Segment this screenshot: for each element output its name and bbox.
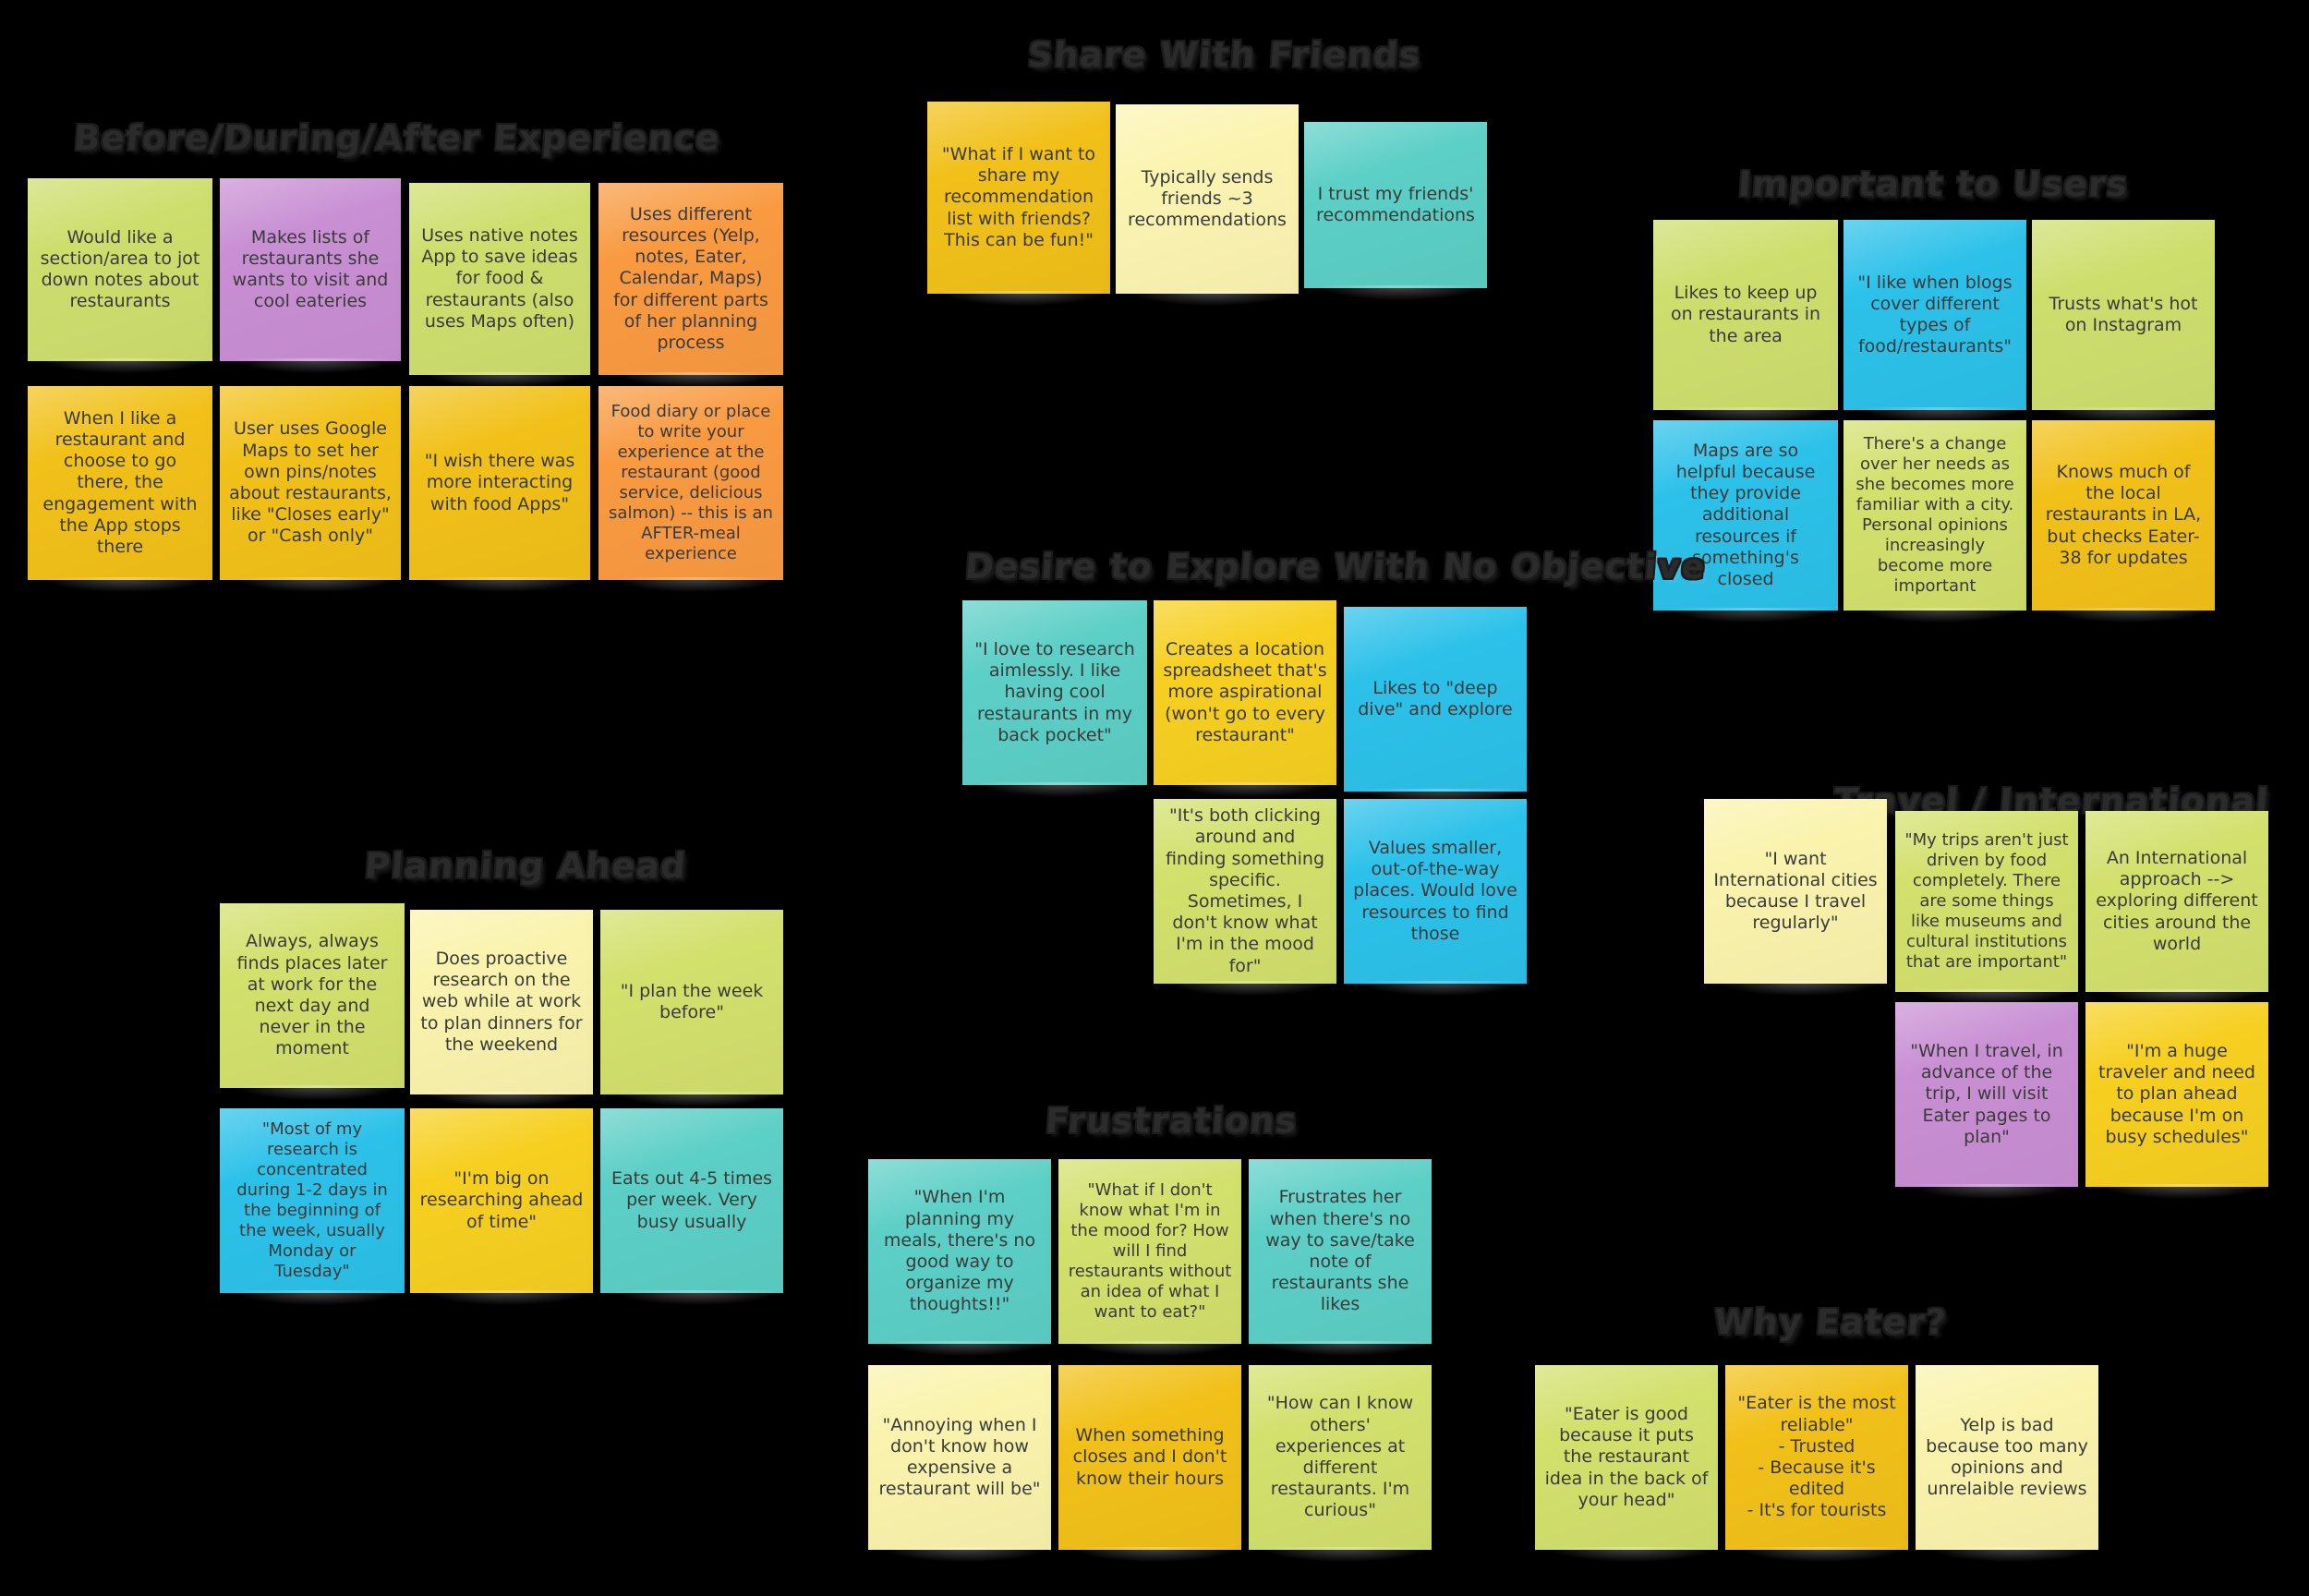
sticky-note[interactable]: "I want International cities because I t… <box>1704 799 1887 996</box>
sticky-note-text: "I plan the week before" <box>620 980 764 1022</box>
sticky-note-text: "What if I want to share my recommendati… <box>941 144 1096 250</box>
sticky-note[interactable]: Does proactive research on the web while… <box>410 910 593 1106</box>
sticky-note[interactable]: "I'm big on researching ahead of time" <box>410 1108 593 1305</box>
sticky-note-text: Food diary or place to write your experi… <box>609 402 773 563</box>
sticky-note-text: I trust my friends' recommendations <box>1316 183 1475 225</box>
sticky-note-text: "I'm a huge traveler and need to plan ah… <box>2098 1041 2255 1147</box>
sticky-note-text: "Annoying when I don't know how expensiv… <box>878 1414 1041 1500</box>
sticky-note-text: "Eater is the most reliable" - Trusted -… <box>1737 1393 1896 1521</box>
sticky-note-text: "I want International cities because I t… <box>1713 848 1878 934</box>
sticky-note-text: "When I'm planning my meals, there's no … <box>883 1187 1036 1315</box>
sticky-note-text: There's a change over her needs as she b… <box>1856 434 2014 596</box>
cluster-title-frustrations: Frustrations <box>1044 1101 1300 1141</box>
sticky-note[interactable]: "It's both clicking around and finding s… <box>1154 799 1336 996</box>
sticky-note[interactable]: There's a change over her needs as she b… <box>1844 420 2026 623</box>
sticky-note-text: An International approach --> exploring … <box>2096 848 2258 954</box>
sticky-note-text: When I like a restaurant and choose to g… <box>42 407 198 557</box>
sticky-note[interactable]: Frustrates her when there's no way to sa… <box>1249 1159 1432 1356</box>
sticky-note[interactable]: Typically sends friends ~3 recommendatio… <box>1116 104 1299 306</box>
sticky-note[interactable]: Uses native notes App to save ideas for … <box>409 183 590 387</box>
sticky-note-text: "Eater is good because it puts the resta… <box>1544 1404 1709 1510</box>
sticky-note-text: "How can I know others' experiences at d… <box>1266 1393 1414 1521</box>
sticky-note-text: Always, always finds places later at wor… <box>236 931 388 1059</box>
sticky-note[interactable]: When something closes and I don't know t… <box>1058 1365 1241 1562</box>
sticky-note-text: Frustrates her when there's no way to sa… <box>1265 1187 1415 1315</box>
sticky-note-text: Creates a location spreadsheet that's mo… <box>1163 639 1327 745</box>
sticky-note[interactable]: "Annoying when I don't know how expensiv… <box>868 1365 1051 1562</box>
sticky-note-text: Typically sends friends ~3 recommendatio… <box>1128 166 1287 231</box>
cluster-title-share-with-friends: Share With Friends <box>1026 35 1422 75</box>
sticky-note-text: "I'm big on researching ahead of time" <box>419 1168 584 1232</box>
sticky-note[interactable]: "Most of my research is concentrated dur… <box>220 1108 405 1305</box>
cluster-title-desire-to-explore-with-no-objective: Desire to Explore With No Objective <box>963 547 1708 586</box>
sticky-note[interactable]: "When I travel, in advance of the trip, … <box>1895 1002 2078 1199</box>
sticky-note[interactable]: "How can I know others' experiences at d… <box>1249 1365 1432 1562</box>
sticky-note[interactable]: An International approach --> exploring … <box>2085 811 2268 1004</box>
sticky-note-text: Uses different resources (Yelp, notes, E… <box>613 203 768 353</box>
sticky-note[interactable]: "Eater is good because it puts the resta… <box>1535 1365 1718 1562</box>
sticky-note[interactable]: Creates a location spreadsheet that's mo… <box>1154 600 1336 797</box>
affinity-board: Before/During/After Experience Would like… <box>0 0 2309 1596</box>
sticky-note[interactable]: "I'm a huge traveler and need to plan ah… <box>2085 1002 2268 1199</box>
sticky-note[interactable]: Values smaller, out-of-the-way places. W… <box>1344 799 1527 996</box>
sticky-note[interactable]: Makes lists of restaurants she wants to … <box>220 178 401 373</box>
sticky-note-text: When something closes and I don't know t… <box>1072 1425 1227 1489</box>
sticky-note-text: "It's both clicking around and finding s… <box>1165 805 1325 976</box>
sticky-note-text: Likes to keep up on restaurants in the a… <box>1670 283 1821 346</box>
sticky-note[interactable]: "I like when blogs cover different types… <box>1844 220 2026 422</box>
sticky-note[interactable]: "When I'm planning my meals, there's no … <box>868 1159 1051 1356</box>
sticky-note[interactable]: Likes to "deep dive" and explore <box>1344 607 1527 804</box>
sticky-note[interactable]: "Eater is the most reliable" - Trusted -… <box>1725 1365 1908 1562</box>
sticky-note-text: "When I travel, in advance of the trip, … <box>1910 1041 2063 1147</box>
sticky-note-text: "I love to research aimlessly. I like ha… <box>974 639 1135 745</box>
sticky-note[interactable]: Yelp is bad because too many opinions an… <box>1916 1365 2098 1562</box>
sticky-note[interactable]: Knows much of the local restaurants in L… <box>2032 420 2215 623</box>
sticky-note[interactable]: "What if I don't know what I'm in the mo… <box>1058 1159 1241 1356</box>
sticky-note[interactable]: Likes to keep up on restaurants in the a… <box>1653 220 1838 422</box>
sticky-note[interactable]: Always, always finds places later at wor… <box>220 903 405 1100</box>
sticky-note[interactable]: Eats out 4-5 times per week. Very busy u… <box>600 1108 783 1305</box>
sticky-note[interactable]: User uses Google Maps to set her own pin… <box>220 386 401 592</box>
cluster-title-why-eater: Why Eater? <box>1712 1302 1949 1342</box>
sticky-note-text: "I wish there was more interacting with … <box>424 451 575 514</box>
sticky-note-text: Likes to "deep dive" and explore <box>1358 677 1513 719</box>
cluster-title-before-during-after-experience: Before/During/After Experience <box>72 118 722 158</box>
sticky-note[interactable]: "I plan the week before" <box>600 910 783 1106</box>
sticky-note-text: "Most of my research is concentrated dur… <box>236 1119 388 1281</box>
sticky-note-text: Eats out 4-5 times per week. Very busy u… <box>610 1168 773 1232</box>
sticky-note[interactable]: Food diary or place to write your experi… <box>598 386 783 592</box>
sticky-note[interactable]: I trust my friends' recommendations <box>1304 122 1487 300</box>
sticky-note-text: "I like when blogs cover different types… <box>1857 272 2013 357</box>
sticky-note-text: Values smaller, out-of-the-way places. W… <box>1353 838 1517 944</box>
sticky-note-text: Yelp is bad because too many opinions an… <box>1926 1414 2088 1500</box>
sticky-note[interactable]: Trusts what's hot on Instagram <box>2032 220 2215 422</box>
sticky-note-text: Knows much of the local restaurants in L… <box>2045 462 2202 568</box>
sticky-note-text: Trusts what's hot on Instagram <box>2049 293 2198 335</box>
sticky-note[interactable]: "I love to research aimlessly. I like ha… <box>962 600 1147 797</box>
sticky-note-text: Uses native notes App to save ideas for … <box>421 225 578 332</box>
sticky-note-text: "What if I don't know what I'm in the mo… <box>1068 1180 1232 1322</box>
sticky-note-text: User uses Google Maps to set her own pin… <box>229 418 392 547</box>
sticky-note[interactable]: "What if I want to share my recommendati… <box>927 102 1110 306</box>
sticky-note[interactable]: Uses different resources (Yelp, notes, E… <box>598 183 783 387</box>
sticky-note-text: Does proactive research on the web while… <box>420 949 583 1055</box>
sticky-note[interactable]: "I wish there was more interacting with … <box>409 386 590 592</box>
sticky-note[interactable]: When I like a restaurant and choose to g… <box>28 386 212 592</box>
sticky-note[interactable]: "My trips aren't just driven by food com… <box>1895 811 2078 1004</box>
sticky-note[interactable]: Would like a section/area to jot down no… <box>28 178 212 373</box>
sticky-note-text: "My trips aren't just driven by food com… <box>1904 830 2069 972</box>
cluster-title-planning-ahead: Planning Ahead <box>363 846 688 886</box>
cluster-title-important-to-users: Important to Users <box>1736 164 2130 204</box>
sticky-note-text: Makes lists of restaurants she wants to … <box>232 226 389 312</box>
sticky-note-text: Would like a section/area to jot down no… <box>40 226 200 312</box>
